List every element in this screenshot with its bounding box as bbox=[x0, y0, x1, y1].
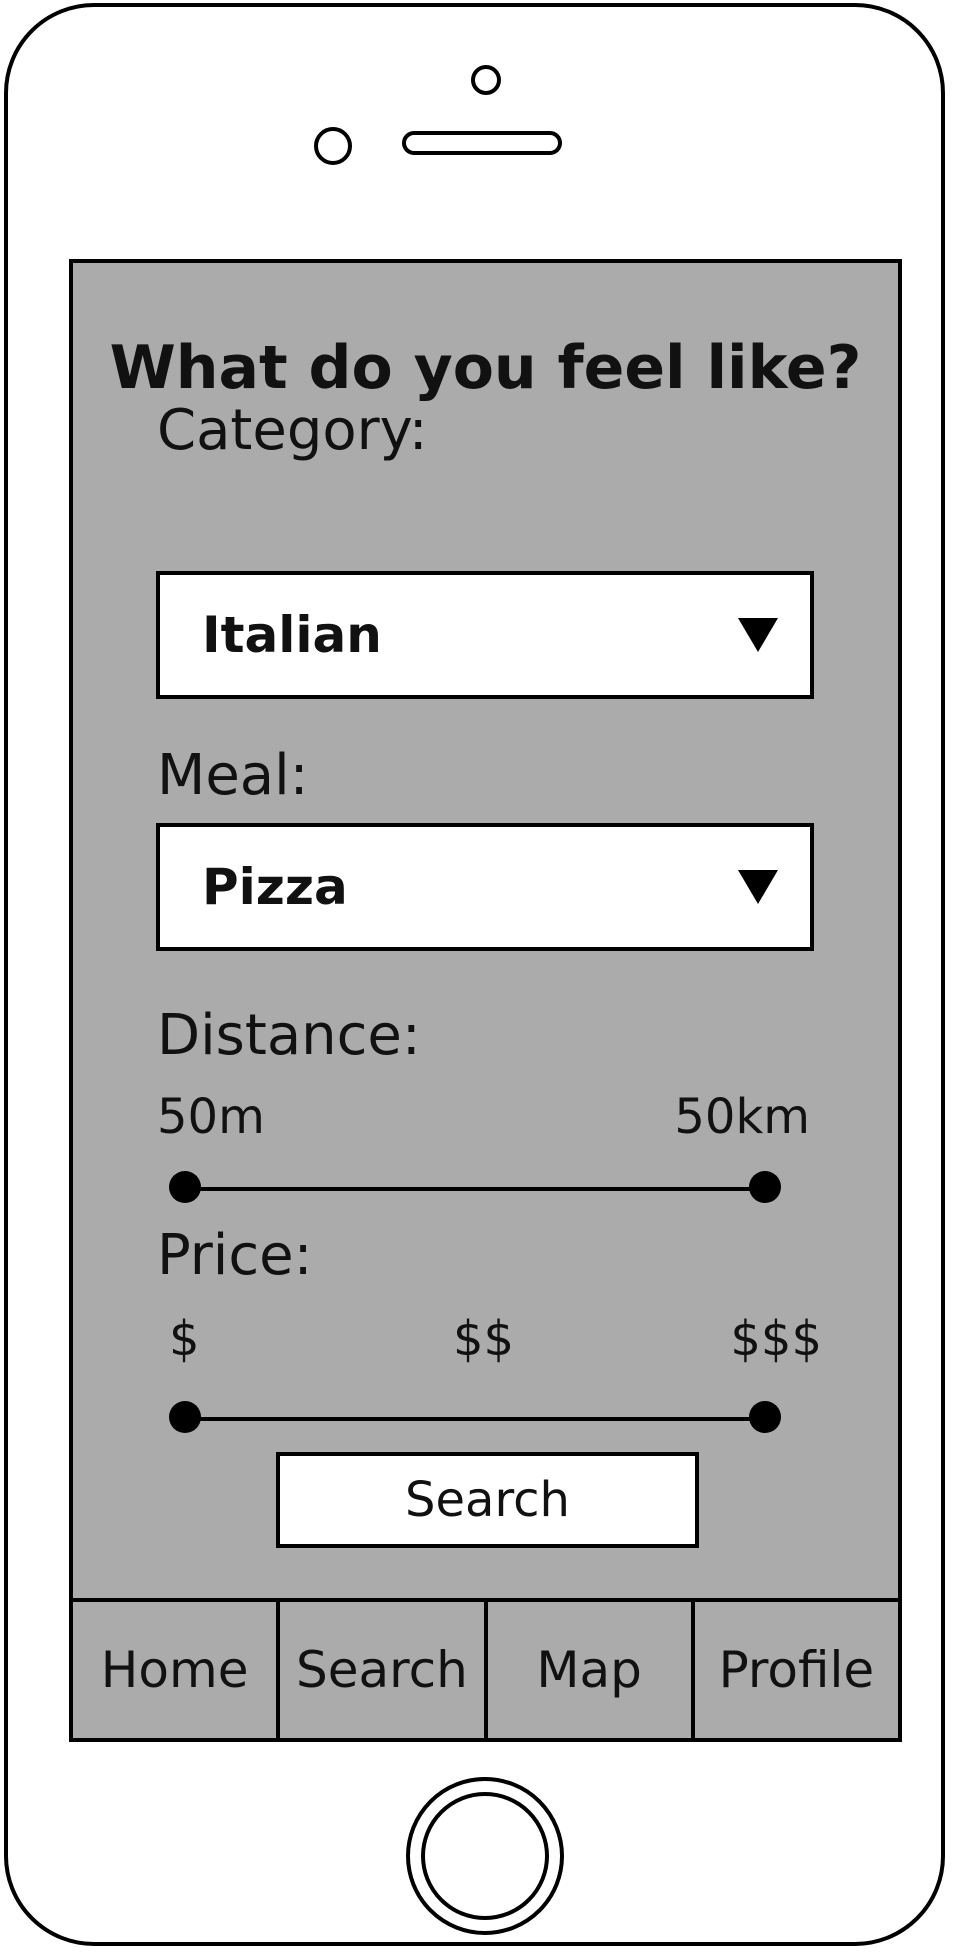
camera-icon bbox=[314, 127, 352, 165]
tab-home[interactable]: Home bbox=[73, 1602, 281, 1738]
distance-slider[interactable] bbox=[167, 1171, 783, 1207]
distance-slider-min-handle[interactable] bbox=[169, 1171, 201, 1203]
app-screen: What do you feel like? Category: Italian… bbox=[69, 259, 902, 1742]
category-selected-value: Italian bbox=[202, 606, 382, 664]
meal-selected-value: Pizza bbox=[202, 858, 348, 916]
tab-profile[interactable]: Profile bbox=[695, 1602, 898, 1738]
price-slider-track[interactable] bbox=[185, 1417, 765, 1421]
chevron-down-icon bbox=[738, 870, 778, 904]
category-label: Category: bbox=[157, 398, 428, 463]
tab-search[interactable]: Search bbox=[280, 1602, 488, 1738]
price-slider-min-handle[interactable] bbox=[169, 1401, 201, 1433]
distance-label: Distance: bbox=[157, 1003, 421, 1068]
search-button[interactable]: Search bbox=[276, 1452, 699, 1548]
earpiece-speaker bbox=[402, 131, 562, 155]
front-sensor-icon bbox=[471, 65, 501, 95]
price-mid-label: $$ bbox=[453, 1311, 515, 1367]
price-high-label: $$$ bbox=[730, 1311, 822, 1367]
phone-frame: What do you feel like? Category: Italian… bbox=[4, 3, 945, 1946]
price-low-label: $ bbox=[169, 1311, 200, 1367]
price-slider-max-handle[interactable] bbox=[749, 1401, 781, 1433]
tab-map[interactable]: Map bbox=[488, 1602, 695, 1738]
home-button-ring bbox=[421, 1792, 549, 1920]
price-slider[interactable] bbox=[167, 1401, 783, 1437]
page-title: What do you feel like? bbox=[109, 333, 862, 403]
home-button[interactable] bbox=[406, 1777, 564, 1935]
distance-slider-max-handle[interactable] bbox=[749, 1171, 781, 1203]
bottom-tab-bar: Home Search Map Profile bbox=[73, 1598, 898, 1738]
meal-dropdown[interactable]: Pizza bbox=[156, 823, 814, 951]
distance-slider-track[interactable] bbox=[185, 1187, 765, 1191]
distance-max-label: 50km bbox=[674, 1089, 810, 1145]
meal-label: Meal: bbox=[157, 743, 309, 808]
distance-min-label: 50m bbox=[157, 1089, 265, 1145]
price-label: Price: bbox=[157, 1223, 313, 1288]
category-dropdown[interactable]: Italian bbox=[156, 571, 814, 699]
chevron-down-icon bbox=[738, 618, 778, 652]
